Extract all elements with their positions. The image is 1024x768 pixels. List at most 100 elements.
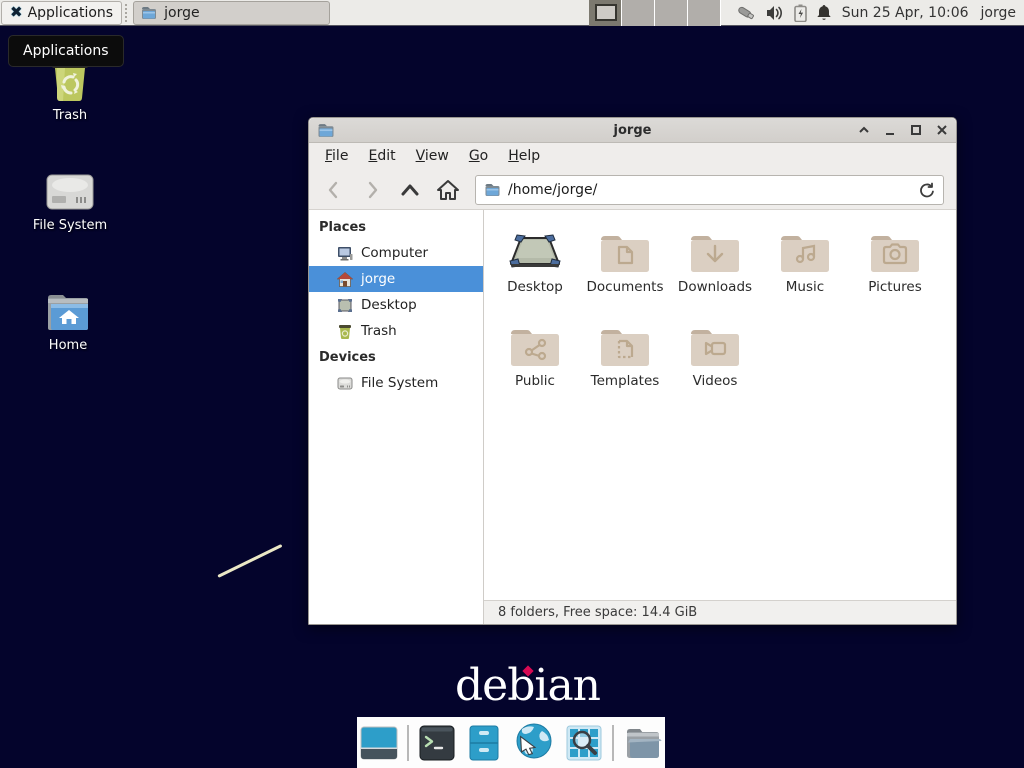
workspace-1[interactable] [589, 0, 622, 26]
documents-folder-icon [598, 222, 652, 274]
downloads-folder-icon [688, 222, 742, 274]
forward-button[interactable] [355, 175, 389, 205]
battery-icon[interactable] [794, 4, 807, 22]
menubar: File Edit View Go Help [309, 143, 956, 170]
sidebar-item-label: Desktop [361, 297, 417, 313]
sidebar-item-label: File System [361, 375, 438, 391]
path-input[interactable]: /home/jorge/ [508, 182, 912, 198]
dock-separator [407, 725, 409, 761]
workspace-2[interactable] [622, 0, 655, 26]
toolbar: /home/jorge/ [309, 170, 956, 210]
file-label: Public [515, 373, 555, 389]
app-finder-icon[interactable] [565, 724, 603, 762]
file-item-templates[interactable]: Templates [580, 316, 670, 410]
file-label: Videos [693, 373, 738, 389]
file-item-desktop[interactable]: Desktop [490, 222, 580, 316]
templates-folder-icon [598, 316, 652, 368]
workspace-4[interactable] [688, 0, 721, 26]
file-item-public[interactable]: Public [490, 316, 580, 410]
close-button[interactable] [936, 124, 948, 136]
menu-view[interactable]: View [406, 143, 459, 170]
up-button[interactable] [393, 175, 427, 205]
panel-username[interactable]: jorge [981, 5, 1016, 21]
show-desktop-icon[interactable] [360, 724, 398, 762]
file-item-pictures[interactable]: Pictures [850, 222, 940, 316]
sidebar-item-trash[interactable]: Trash [309, 318, 483, 344]
file-item-documents[interactable]: Documents [580, 222, 670, 316]
top-panel: ✖ Applications jorge Sun 25 Apr, 10:06 j [0, 0, 1024, 26]
workspace-window-preview [595, 4, 617, 21]
forward-chevron-icon [362, 180, 382, 200]
file-label: Pictures [868, 279, 921, 295]
sidebar-item-jorge[interactable]: jorge [309, 266, 483, 292]
sidebar-item-desktop[interactable]: Desktop [309, 292, 483, 318]
file-item-downloads[interactable]: Downloads [670, 222, 760, 316]
shade-button[interactable] [858, 124, 870, 136]
window-titlebar[interactable]: jorge [309, 118, 956, 143]
file-item-music[interactable]: Music [760, 222, 850, 316]
desktop-icon [337, 298, 353, 313]
menu-edit[interactable]: Edit [358, 143, 405, 170]
menu-go[interactable]: Go [459, 143, 498, 170]
home-icon [337, 272, 353, 287]
wallpaper-stroke-artifact [217, 544, 282, 578]
file-label: Templates [591, 373, 660, 389]
sidebar-places: Places Computer jorge Desktop Trash Devi… [309, 210, 484, 624]
applications-menu-label: Applications [28, 5, 114, 21]
home-folder-icon [16, 292, 120, 334]
applications-menu-button[interactable]: ✖ Applications [1, 1, 122, 25]
file-manager-window: jorge File Edit View Go Help /home/jorge… [308, 117, 957, 625]
sidebar-devices-header: Devices [309, 344, 483, 370]
terminal-icon[interactable] [418, 724, 456, 762]
back-chevron-icon [324, 180, 344, 200]
trash-icon [337, 324, 353, 339]
notifications-bell-icon[interactable] [816, 4, 832, 21]
up-chevron-icon [399, 180, 421, 200]
statusbar: 8 folders, Free space: 14.4 GiB [484, 600, 956, 624]
desktop-special-icon [507, 222, 563, 274]
file-item-videos[interactable]: Videos [670, 316, 760, 410]
public-folder-icon [508, 316, 562, 368]
sidebar-item-label: jorge [361, 271, 395, 287]
drive-icon [337, 377, 353, 390]
volume-icon[interactable] [766, 5, 785, 21]
directory-menu-folder-icon[interactable] [623, 724, 663, 762]
sidebar-item-label: Trash [361, 323, 397, 339]
sidebar-item-label: Computer [361, 245, 428, 261]
maximize-button[interactable] [910, 124, 922, 136]
sidebar-places-header: Places [309, 214, 483, 240]
desktop-icon-home[interactable]: Home [16, 292, 120, 353]
music-folder-icon [778, 222, 832, 274]
workspace-3[interactable] [655, 0, 688, 26]
file-icon-view[interactable]: Desktop Documents [484, 210, 956, 600]
menu-file[interactable]: File [315, 143, 358, 170]
file-cabinet-icon[interactable] [465, 724, 503, 762]
location-bar[interactable]: /home/jorge/ [475, 175, 944, 205]
panel-clock[interactable]: Sun 25 Apr, 10:06 [842, 5, 969, 21]
web-browser-globe-icon[interactable] [512, 721, 556, 765]
taskbar-window-button[interactable]: jorge [133, 1, 330, 25]
sidebar-item-file-system[interactable]: File System [309, 370, 483, 396]
dock-separator [612, 725, 614, 761]
reload-icon[interactable] [919, 182, 935, 198]
back-button[interactable] [317, 175, 351, 205]
menu-help[interactable]: Help [498, 143, 550, 170]
system-tray [735, 4, 832, 22]
stylus-icon[interactable] [735, 4, 757, 22]
home-icon [436, 179, 460, 201]
videos-folder-icon [688, 316, 742, 368]
home-button[interactable] [431, 175, 465, 205]
desktop-icon-file-system[interactable]: File System [18, 172, 122, 233]
bottom-dock-panel [357, 717, 665, 768]
folder-icon [141, 6, 157, 20]
sidebar-item-computer[interactable]: Computer [309, 240, 483, 266]
file-label: Desktop [507, 279, 563, 295]
file-label: Documents [587, 279, 664, 295]
applications-tooltip: Applications [8, 35, 124, 67]
minimize-button[interactable] [884, 124, 896, 136]
xfce-logo-icon: ✖ [10, 5, 23, 20]
hard-drive-icon [18, 172, 122, 214]
file-label: Music [786, 279, 824, 295]
taskbar-window-label: jorge [164, 5, 199, 21]
desktop-icon-label: Trash [18, 108, 122, 123]
